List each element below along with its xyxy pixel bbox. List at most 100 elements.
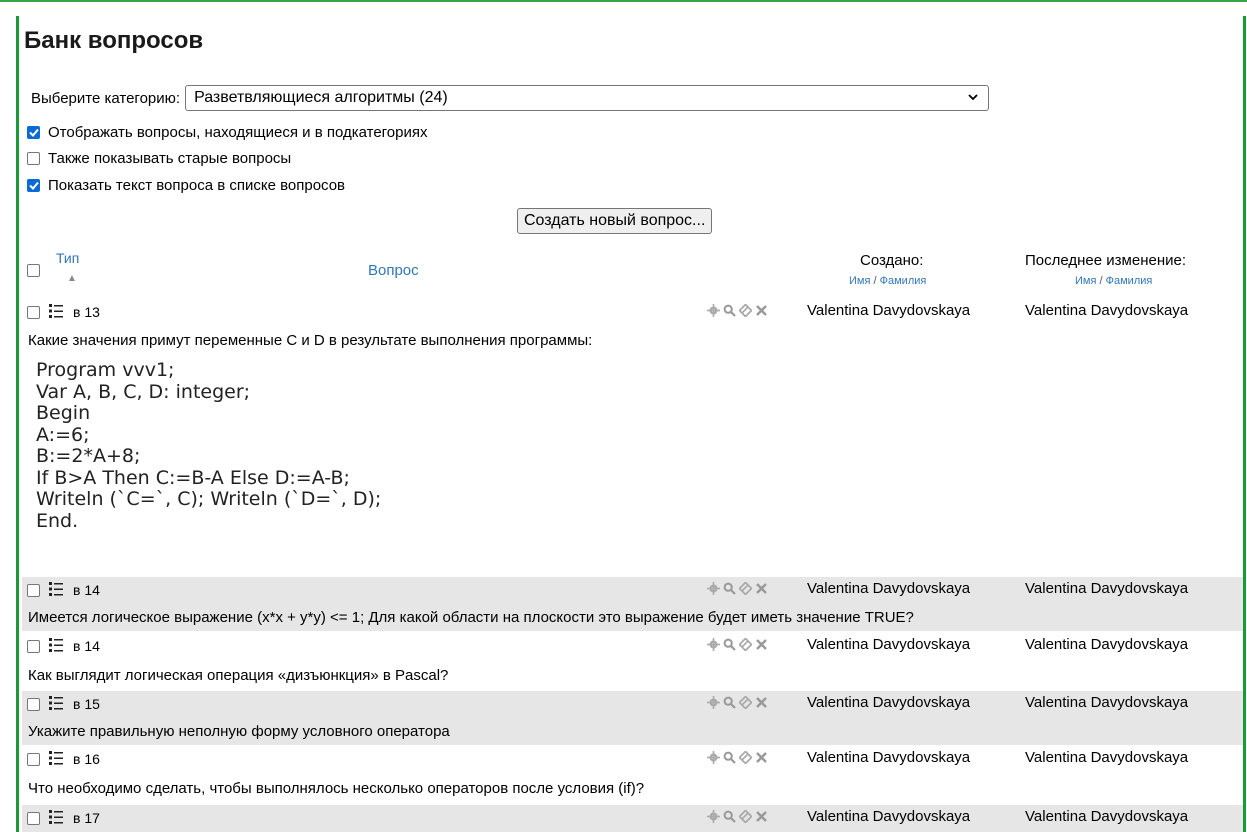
question-checkbox[interactable] — [27, 583, 40, 597]
delete-icon[interactable] — [755, 810, 768, 823]
multichoice-list-icon — [49, 695, 63, 714]
question-name: в 16 — [73, 751, 100, 767]
question-checkbox[interactable] — [27, 811, 40, 825]
multichoice-list-icon — [49, 637, 63, 656]
question-row: в 15 Valentina Davydovskaya Valentina Da… — [22, 691, 1243, 745]
question-header: в 16 — [27, 748, 100, 770]
move-icon[interactable] — [738, 581, 753, 596]
column-question[interactable]: Вопрос — [368, 262, 419, 279]
gear-icon[interactable] — [707, 751, 720, 764]
question-checkbox[interactable] — [27, 752, 40, 766]
gear-icon[interactable] — [707, 696, 720, 709]
created-sort-last-name[interactable]: Фамилия — [880, 275, 927, 287]
chevron-down-icon — [968, 90, 978, 104]
top-accent-line — [0, 0, 1247, 2]
old-questions-checkbox[interactable] — [27, 151, 40, 165]
delete-icon[interactable] — [755, 304, 768, 317]
modified-by: Valentina Davydovskaya — [1025, 580, 1189, 597]
question-header: в 15 — [27, 693, 100, 715]
move-icon[interactable] — [738, 809, 753, 824]
gear-icon[interactable] — [707, 810, 720, 823]
subcategories-label: Отображать вопросы, находящиеся и в подк… — [48, 123, 428, 141]
question-row: в 14 Valentina Davydovskaya Valentina Da… — [22, 577, 1243, 631]
move-icon[interactable] — [738, 637, 753, 652]
question-name: в 13 — [73, 304, 100, 320]
question-checkbox[interactable] — [27, 305, 40, 319]
question-header: в 14 — [27, 579, 100, 601]
delete-icon[interactable] — [755, 696, 768, 709]
gear-icon[interactable] — [707, 638, 720, 651]
subcategories-checkbox[interactable] — [27, 125, 40, 139]
multichoice-list-icon — [49, 809, 63, 828]
created-by: Valentina Davydovskaya — [807, 749, 971, 766]
created-sort-first-name[interactable]: Имя — [849, 275, 870, 287]
sort-asc-icon[interactable]: ▲ — [67, 273, 77, 284]
option-show-text[interactable]: Показать текст вопроса в списке вопросов — [27, 175, 345, 195]
question-row: в 16 Valentina Davydovskaya Valentina Da… — [22, 748, 1243, 802]
delete-icon[interactable] — [755, 751, 768, 764]
created-sort-separator: / — [873, 275, 877, 287]
modified-by: Valentina Davydovskaya — [1025, 636, 1189, 653]
move-icon[interactable] — [738, 695, 753, 710]
question-row: в 17 Valentina Davydovskaya Valentina Da… — [22, 805, 1243, 832]
category-selected-value: Разветвляющиеся алгоритмы (24) — [194, 89, 448, 106]
modified-by: Valentina Davydovskaya — [1025, 694, 1189, 711]
move-icon[interactable] — [738, 750, 753, 765]
column-created: Создано: — [860, 252, 924, 269]
multichoice-list-icon — [49, 750, 63, 769]
modified-sort-separator: / — [1099, 275, 1103, 287]
move-icon[interactable] — [738, 303, 753, 318]
created-by: Valentina Davydovskaya — [807, 694, 971, 711]
modified-sort-links: Имя / Фамилия — [1075, 275, 1152, 287]
search-icon[interactable] — [723, 304, 736, 317]
option-show-subcategories[interactable]: Отображать вопросы, находящиеся и в подк… — [27, 122, 428, 142]
created-sort-links: Имя / Фамилия — [849, 275, 926, 287]
search-icon[interactable] — [723, 582, 736, 595]
old-questions-label: Также показывать старые вопросы — [48, 149, 292, 167]
question-actions — [707, 637, 768, 652]
category-select[interactable]: Разветвляющиеся алгоритмы (24) — [185, 85, 990, 111]
question-code: Program vvv1; Var A, B, C, D: integer; B… — [36, 359, 382, 532]
column-type[interactable]: Тип — [56, 250, 79, 266]
modified-by: Valentina Davydovskaya — [1025, 749, 1189, 766]
page-title: Банк вопросов — [24, 27, 204, 54]
question-name: в 17 — [73, 810, 100, 826]
search-icon[interactable] — [723, 638, 736, 651]
created-by: Valentina Davydovskaya — [807, 302, 971, 319]
question-text: Укажите правильную неполную форму условн… — [28, 723, 450, 740]
question-actions — [707, 750, 768, 765]
multichoice-list-icon — [49, 581, 63, 600]
modified-sort-last-name[interactable]: Фамилия — [1106, 275, 1153, 287]
question-actions — [707, 695, 768, 710]
question-checkbox[interactable] — [27, 697, 40, 711]
create-question-button[interactable]: Создать новый вопрос... — [517, 208, 713, 234]
question-name: в 15 — [73, 696, 100, 712]
question-header: в 17 — [27, 807, 100, 829]
question-name: в 14 — [73, 582, 100, 598]
delete-icon[interactable] — [755, 638, 768, 651]
show-text-checkbox[interactable] — [27, 178, 40, 192]
question-text: Что необходимо сделать, чтобы выполнялос… — [28, 780, 645, 797]
modified-sort-first-name[interactable]: Имя — [1075, 275, 1096, 287]
question-actions — [707, 303, 768, 318]
question-checkbox[interactable] — [27, 639, 40, 653]
search-icon[interactable] — [723, 696, 736, 709]
search-icon[interactable] — [723, 751, 736, 764]
question-row: в 13 Valentina Davydovskaya Valentina Da… — [22, 301, 1243, 577]
delete-icon[interactable] — [755, 582, 768, 595]
search-icon[interactable] — [723, 810, 736, 823]
gear-icon[interactable] — [707, 304, 720, 317]
question-actions — [707, 809, 768, 824]
question-text: Имеется логическое выражение (x*x + y*y)… — [28, 609, 914, 626]
select-all-checkbox[interactable] — [27, 264, 40, 277]
question-name: в 14 — [73, 638, 100, 654]
question-row: в 14 Valentina Davydovskaya Valentina Da… — [22, 635, 1243, 688]
column-modified: Последнее изменение: — [1025, 252, 1186, 269]
gear-icon[interactable] — [707, 582, 720, 595]
show-text-label: Показать текст вопроса в списке вопросов — [48, 176, 346, 194]
category-label: Выберите категорию: — [31, 89, 181, 107]
option-show-old[interactable]: Также показывать старые вопросы — [27, 148, 291, 168]
question-header: в 13 — [27, 301, 100, 323]
question-header: в 14 — [27, 635, 100, 657]
modified-by: Valentina Davydovskaya — [1025, 302, 1189, 319]
